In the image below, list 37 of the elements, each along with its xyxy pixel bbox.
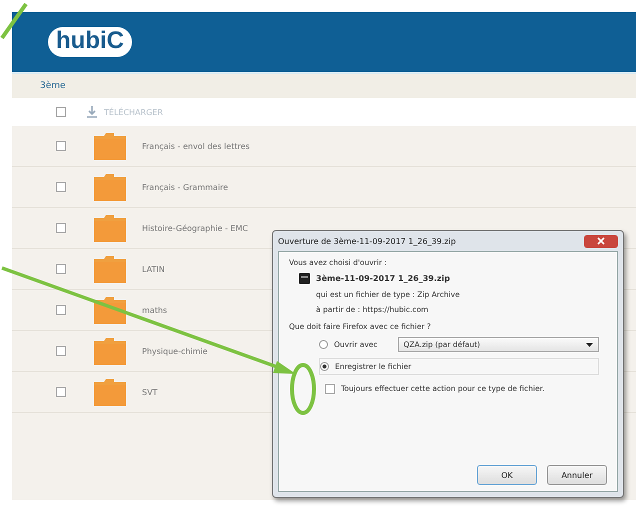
close-icon (596, 237, 606, 245)
file-name: 3ème-11-09-2017 1_26_39.zip (316, 274, 450, 283)
folder-icon (94, 214, 126, 242)
always-checkbox[interactable] (325, 384, 335, 394)
row-checkbox[interactable] (56, 141, 66, 151)
dialog-title: Ouverture de 3ème-11-09-2017 1_26_39.zip (278, 236, 456, 246)
radio-button[interactable] (319, 340, 328, 349)
folder-icon (94, 255, 126, 283)
folder-name[interactable]: maths (142, 306, 168, 314)
row-checkbox[interactable] (56, 387, 66, 397)
caret-icon (586, 342, 593, 346)
row-checkbox[interactable] (56, 264, 66, 274)
cancel-button[interactable]: Annuler (547, 465, 607, 485)
row-checkbox[interactable] (56, 346, 66, 356)
folder-icon (94, 337, 126, 365)
folder-icon (94, 378, 126, 406)
folder-icon (94, 173, 126, 201)
select-all-checkbox[interactable] (56, 107, 66, 117)
folder-name[interactable]: SVT (142, 388, 158, 396)
highlight-ellipse (290, 363, 316, 415)
row-checkbox[interactable] (56, 182, 66, 192)
radio-button[interactable] (320, 362, 329, 371)
folder-name[interactable]: Histoire-Géographie - EMC (142, 224, 248, 232)
logo[interactable]: hubiC (48, 27, 132, 57)
folder-name[interactable]: LATIN (142, 264, 165, 274)
folder-icon (94, 132, 126, 160)
ok-button[interactable]: OK (477, 465, 537, 485)
download-icon (86, 105, 98, 119)
breadcrumb-link[interactable]: 3ème (40, 81, 66, 91)
row-checkbox[interactable] (56, 223, 66, 233)
annotation-line (0, 2, 28, 40)
archive-icon (299, 273, 310, 284)
folder-name[interactable]: Physique-chimie (142, 346, 208, 356)
row-checkbox[interactable] (56, 305, 66, 315)
close-button[interactable] (584, 234, 618, 248)
folder-name[interactable]: Français - Grammaire (142, 182, 228, 192)
folder-name[interactable]: Français - envol des lettres (142, 142, 250, 150)
